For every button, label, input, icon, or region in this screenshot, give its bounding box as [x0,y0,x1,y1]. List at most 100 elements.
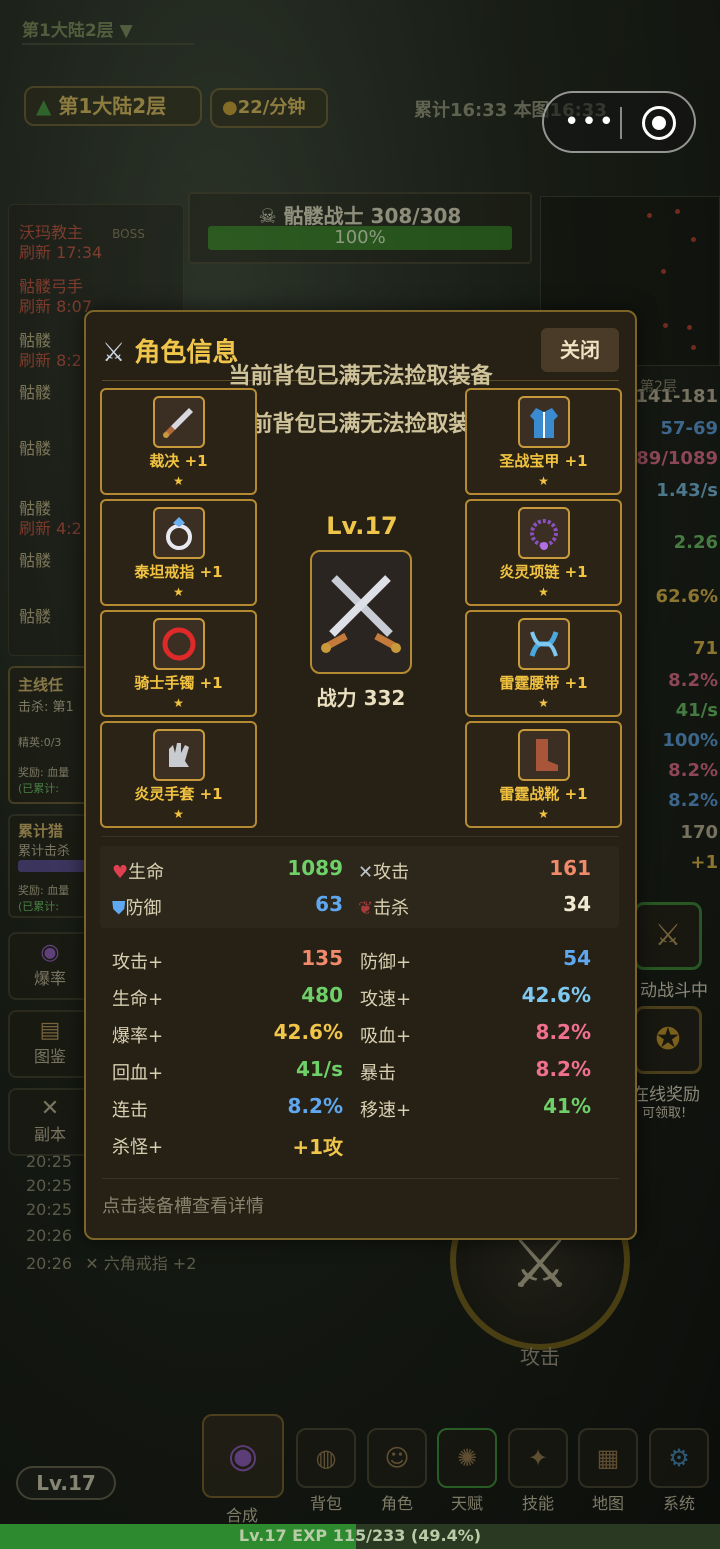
codex-button[interactable]: ▤ 图鉴 [8,1010,92,1078]
right-stat: 57-69 [660,418,718,439]
slot-name: 泰坦戒指 +1 [134,563,223,581]
orb-icon: ◉ [40,940,60,965]
equip-slot-gloves[interactable]: 炎灵手套 +1 ★ [100,721,257,828]
right-stat: 170 [680,822,718,843]
area-pill-label: 第1大陆2层 [58,94,167,118]
heart-icon: ♥ [112,862,129,883]
battle-icon: ⚔ [654,918,682,953]
slot-name: 炎灵项链 +1 [499,563,588,581]
enemy-dot [663,323,668,328]
nav-label: 地图 [591,1494,624,1513]
dungeon-button[interactable]: ✕ 副本 [8,1088,92,1156]
droprate-button[interactable]: ◉ 爆率 [8,932,92,1000]
robe-icon [517,396,570,448]
boss-tag: BOSS [112,227,145,241]
gear-icon: ⚙ [668,1444,690,1472]
sword-icon: ✕ [358,862,374,883]
map-icon: ▦ [596,1444,620,1472]
slot-name: 雷霆腰带 +1 [499,674,588,692]
equip-slot-belt[interactable]: 雷霆腰带 +1 ★ [465,610,622,717]
enemy-panel: ☠ 骷髅战士 308/308 100% [188,192,532,264]
level-pill[interactable]: Lv.17 [16,1466,116,1500]
equip-slot-bracelet[interactable]: 骑士手镯 +1 ★ [100,610,257,717]
nav-skill[interactable]: ✦ [508,1428,568,1488]
star-icon: ★ [173,807,184,821]
list-item: 刷新 8:2 [19,351,82,370]
talent-icon: ✺ [456,1444,478,1472]
more-icon[interactable]: ••• [564,109,616,135]
bonus-label: 防御+ [360,952,412,973]
area-title[interactable]: 第1大陆2层 ▼ [22,16,194,45]
star-icon: ★ [173,696,184,710]
bonus-label: 攻速+ [360,989,412,1010]
close-circle-icon[interactable] [642,106,676,140]
list-item[interactable]: 骷髅 [19,379,51,403]
shield-icon: ⛊ [112,898,126,919]
bonus-label: 攻击+ [112,952,164,973]
enemy-dot [647,213,652,218]
enemy-dot [675,209,680,214]
dungeon-label: 副本 [33,1125,66,1144]
list-item[interactable]: 骷髅 [19,547,51,571]
quest-acc: (已累计: [18,782,59,795]
exp-bar: Lv.17 EXP 115/233 (49.4%) [0,1524,720,1549]
nav-map[interactable]: ▦ [578,1428,638,1488]
nav-bag[interactable]: ◍ [296,1428,356,1488]
nav-label: 背包 [309,1494,342,1513]
bonus-value: 8.2% [535,1057,591,1081]
area-pill[interactable]: ▲ 第1大陆2层 [24,86,202,126]
slot-name: 骑士手镯 +1 [134,674,223,692]
equip-slot-armor[interactable]: 圣战宝甲 +1 ★ [465,388,622,495]
list-item[interactable]: 骷髅 [19,603,51,627]
equip-slot-ring[interactable]: 泰坦戒指 +1 ★ [100,499,257,606]
craft-icon: ◉ [228,1436,258,1476]
bonus-value: 8.2% [535,1020,591,1044]
exp-text: Lv.17 EXP 115/233 (49.4%) [238,1526,482,1545]
stat-label: 击杀 [373,898,410,919]
star-icon: ★ [538,807,549,821]
nav-craft[interactable]: ◉ [202,1414,284,1498]
miniprogram-capsule[interactable]: ••• [542,91,696,153]
quest-kill: 击杀: 第1 [18,700,74,715]
log-line: 20:25 [26,1200,73,1219]
reward-icon: ✪ [655,1022,681,1057]
right-stat: 8.2% [668,790,718,811]
bonus-label: 吸血+ [360,1026,412,1047]
droprate-label: 爆率 [33,969,66,988]
bonus-label: 生命+ [112,989,164,1010]
auto-battle-label: 动战斗中 [640,981,708,1001]
bag-icon: ◍ [315,1444,337,1472]
list-item[interactable]: 骷髅 [19,435,51,459]
crossed-swords-icon: ✕ [40,1096,60,1121]
slot-name: 雷霆战靴 +1 [499,785,588,803]
book-icon: ▤ [39,1018,61,1043]
online-reward-button[interactable]: ✪ [634,1006,702,1074]
bonus-label: 移速+ [360,1100,412,1121]
quest-acc: (已累计: [18,900,59,913]
stat-defense: ⛊防御 [112,894,162,920]
swords-icon: ✕ [85,1254,99,1273]
stat-label: 攻击 [373,862,410,883]
star-icon: ★ [538,696,549,710]
nav-character[interactable]: ☺ [367,1428,427,1488]
equip-slot-weapon[interactable]: 裁决 +1 ★ [100,388,257,495]
slot-name: 裁决 +1 [149,452,208,470]
equip-slot-necklace[interactable]: 炎灵项链 +1 ★ [465,499,622,606]
enemy-name: ☠ 骷髅战士 308/308 [190,200,530,229]
quest-elite: 精英:0/3 [18,736,62,749]
auto-battle-button[interactable]: ⚔ [634,902,702,970]
stat-label: 生命 [128,862,165,883]
equip-slot-boots[interactable]: 雷霆战靴 +1 ★ [465,721,622,828]
crossed-swords-icon [321,575,401,653]
enemy-dot [691,237,696,242]
right-stat: 8.2% [668,760,718,781]
nav-system[interactable]: ⚙ [649,1428,709,1488]
nav-talent[interactable]: ✺ [437,1428,497,1488]
boot-icon [517,729,570,781]
list-item: 刷新 8:07 [19,297,93,316]
stat-label: 防御 [125,898,162,919]
log-text: 六角戒指 +2 [103,1254,197,1273]
log-time: 20:26 [26,1254,73,1273]
bonus-label: 杀怪+ [112,1137,164,1158]
combat-power: 战力 332 [316,686,406,710]
